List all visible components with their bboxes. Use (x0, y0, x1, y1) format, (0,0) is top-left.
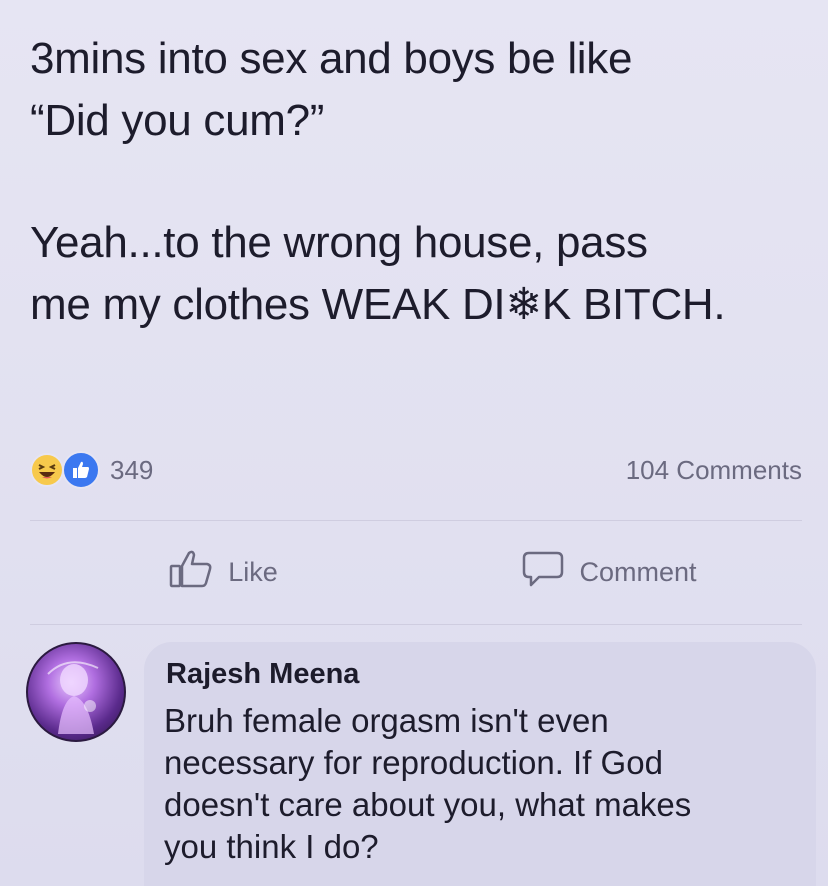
reaction-icons (30, 450, 104, 490)
post-card: 3mins into sex and boys be like “Did you… (0, 0, 828, 886)
comment-text-line: doesn't care about you, what makes (164, 786, 692, 823)
post-actions: Like Comment (30, 540, 802, 604)
thumbs-up-icon (168, 549, 214, 596)
post-text-line: “Did you cum?” (30, 96, 325, 145)
comment-bubble: Rajesh Meena Bruh female orgasm isn't ev… (144, 642, 816, 886)
avatar[interactable] (26, 642, 126, 742)
divider (30, 624, 802, 625)
like-label: Like (228, 556, 278, 587)
speech-bubble-icon (521, 549, 565, 596)
post-text-line: Yeah...to the wrong house, pass (30, 218, 648, 267)
comment: Rajesh Meena Bruh female orgasm isn't ev… (26, 642, 816, 886)
comment-text-line: you think I do? (164, 828, 379, 865)
comments-count-link[interactable]: 104 Comments (626, 455, 802, 486)
post-text-line: me my clothes WEAK DI❄K BITCH. (30, 280, 726, 329)
like-icon (62, 451, 100, 489)
post-text-line: 3mins into sex and boys be like (30, 34, 633, 83)
haha-icon (30, 453, 64, 487)
reactions-summary[interactable]: 349 (30, 450, 153, 490)
post-stats: 349 104 Comments (30, 448, 802, 492)
like-button[interactable]: Like (30, 540, 416, 604)
comment-label: Comment (579, 556, 697, 587)
comment-text-line: necessary for reproduction. If God (164, 744, 663, 781)
reaction-count: 349 (110, 454, 154, 485)
comment-button[interactable]: Comment (416, 540, 802, 604)
divider (30, 520, 802, 521)
comment-text-line: Bruh female orgasm isn't even (164, 702, 609, 739)
comment-text: Bruh female orgasm isn't even necessary … (164, 700, 804, 868)
comment-author[interactable]: Rajesh Meena (166, 658, 359, 691)
post-text: 3mins into sex and boys be like “Did you… (30, 28, 820, 336)
